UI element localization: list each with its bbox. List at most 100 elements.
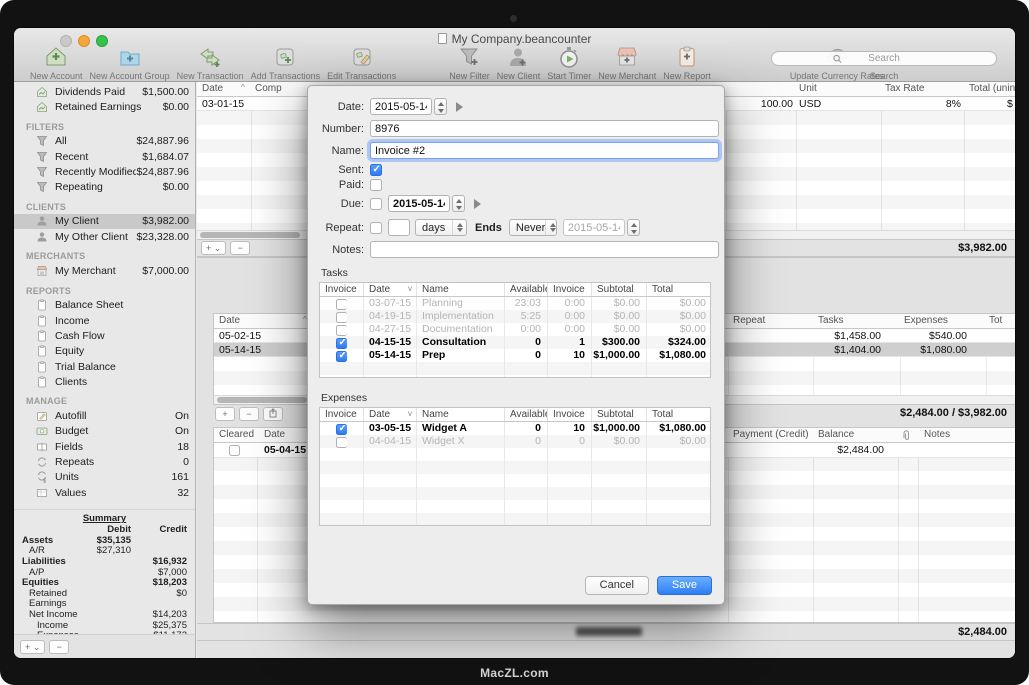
edit-transactions-button[interactable]: Edit Transactions (327, 44, 396, 81)
sidebar-item-fields[interactable]: Fields18 (14, 439, 195, 454)
number-field[interactable] (370, 120, 719, 137)
empty-row[interactable] (320, 474, 710, 487)
repeat-checkbox[interactable] (370, 222, 382, 234)
invoice-checkbox[interactable] (336, 338, 347, 349)
sidebar-item-clients-report[interactable]: Clients (14, 374, 195, 389)
remove-invoice-button[interactable]: − (239, 407, 259, 421)
add-item-button[interactable]: + ⌄ (20, 640, 45, 654)
expenses-table-header[interactable]: InvoiceDateNameAvailableInvoiceSubtotalT… (320, 408, 710, 422)
folder-plus-icon (118, 44, 142, 70)
due-date-field[interactable] (388, 195, 450, 212)
name-field[interactable] (370, 142, 719, 159)
sent-row: Sent: (308, 164, 724, 176)
task-row[interactable]: 03-07-15Planning23:030:00$0.00$0.00 (320, 297, 710, 310)
summary-title: Summary (22, 513, 187, 524)
sent-checkbox[interactable] (370, 164, 382, 176)
sidebar-item-balance-sheet[interactable]: Balance Sheet (14, 298, 195, 313)
export-invoice-button[interactable] (263, 407, 283, 421)
new-merchant-button[interactable]: New Merchant (598, 44, 656, 81)
new-client-button[interactable]: New Client (497, 44, 541, 81)
invoice-checkbox[interactable] (336, 351, 347, 362)
empty-row[interactable] (320, 362, 710, 375)
empty-row[interactable] (320, 375, 710, 378)
sidebar-item-dividends-paid[interactable]: Dividends Paid$1,500.00 (14, 84, 195, 99)
scrollbar-thumb[interactable] (200, 232, 300, 238)
expense-row[interactable]: 03-05-15Widget A010$1,000.00$1,080.00 (320, 422, 710, 435)
sidebar-item-cash-flow[interactable]: Cash Flow (14, 328, 195, 343)
task-row[interactable]: 05-14-15Prep010$1,000.00$1,080.00 (320, 349, 710, 362)
disclosure-triangle-icon[interactable] (456, 102, 463, 112)
repeat-unit-popup[interactable]: days (415, 219, 467, 236)
report-icon (36, 361, 50, 373)
expense-row[interactable]: 04-04-15Widget X00$0.00$0.00 (320, 435, 710, 448)
due-checkbox[interactable] (370, 198, 382, 210)
notes-field[interactable] (370, 241, 719, 258)
ends-date-field[interactable] (563, 219, 625, 236)
new-report-button[interactable]: New Report (663, 44, 711, 81)
start-timer-button[interactable]: Start Timer (547, 44, 591, 81)
empty-row[interactable] (320, 448, 710, 461)
empty-row[interactable] (320, 461, 710, 474)
search-input[interactable] (771, 51, 997, 66)
scrollbar-thumb[interactable] (217, 397, 307, 403)
empty-row[interactable] (320, 513, 710, 526)
task-row[interactable]: 04-27-15Documentation0:000:00$0.00$0.00 (320, 323, 710, 336)
toolbar: New Account New Account Group New Transa… (30, 44, 891, 81)
sidebar-item-repeating[interactable]: Repeating$0.00 (14, 179, 195, 194)
add-row-button[interactable]: + ⌄ (201, 241, 226, 255)
invoice-checkbox[interactable] (336, 424, 347, 435)
sidebar-item-budget[interactable]: BudgetOn (14, 424, 195, 439)
task-row[interactable]: 04-15-15Consultation01$300.00$324.00 (320, 336, 710, 349)
pencil-box-icon (36, 410, 50, 422)
device-bezel: My Company.beancounter New Account New A… (0, 0, 1029, 685)
date-field[interactable] (370, 98, 432, 115)
sidebar-item-my-other-client[interactable]: My Other Client$23,328.00 (14, 229, 195, 244)
disclosure-triangle-icon[interactable] (474, 199, 481, 209)
person-icon (36, 231, 50, 243)
report-icon (36, 330, 50, 342)
sidebar-item-autofill[interactable]: AutofillOn (14, 408, 195, 423)
new-account-button[interactable]: New Account (30, 44, 83, 81)
camera-dot (510, 15, 517, 22)
remove-item-button[interactable]: − (49, 640, 69, 654)
save-button[interactable]: Save (657, 576, 712, 595)
sidebar-item-recent[interactable]: Recent$1,684.07 (14, 149, 195, 164)
empty-row[interactable] (320, 500, 710, 513)
invoice-checkbox[interactable] (336, 299, 347, 310)
new-transaction-button[interactable]: New Transaction (177, 44, 244, 81)
invoice-checkbox[interactable] (336, 325, 347, 336)
sidebar-item-all[interactable]: All$24,887.96 (14, 134, 195, 149)
invoice-checkbox[interactable] (336, 437, 347, 448)
sidebar-item-repeats[interactable]: Repeats0 (14, 454, 195, 469)
date-stepper[interactable] (434, 98, 447, 115)
sidebar-item-retained-earnings[interactable]: Retained Earnings$0.00 (14, 99, 195, 114)
tasks-table-header[interactable]: InvoiceDateNameAvailableInvoiceSubtotalT… (320, 283, 710, 297)
new-account-group-button[interactable]: New Account Group (90, 44, 170, 81)
add-invoice-button[interactable]: + (215, 407, 235, 421)
new-filter-button[interactable]: New Filter (449, 44, 490, 81)
tasks-table: InvoiceDateNameAvailableInvoiceSubtotalT… (319, 282, 711, 378)
add-transactions-button[interactable]: Add Transactions (251, 44, 321, 81)
task-row[interactable]: 04-19-15Implementation5:250:00$0.00$0.00 (320, 310, 710, 323)
sidebar-item-equity[interactable]: Equity (14, 344, 195, 359)
sidebar-item-income[interactable]: Income (14, 313, 195, 328)
ends-date-stepper[interactable] (627, 219, 640, 236)
payments-total: $2,484.00 (958, 626, 1007, 638)
paid-checkbox[interactable] (370, 179, 382, 191)
sidebar-item-units[interactable]: $ Units161 (14, 470, 195, 485)
repeat-count-field[interactable] (388, 219, 410, 236)
ends-popup[interactable]: Never (509, 219, 557, 236)
sidebar-section-manage: MANAGE (14, 394, 195, 408)
remove-row-button[interactable]: − (230, 241, 250, 255)
sidebar-item-trial-balance[interactable]: Trial Balance (14, 359, 195, 374)
funnel-plus-icon (457, 44, 481, 70)
sidebar-item-recently-modified[interactable]: Recently Modified$24,887.96 (14, 164, 195, 179)
due-date-stepper[interactable] (452, 195, 465, 212)
sidebar-item-my-merchant[interactable]: My Merchant$7,000.00 (14, 263, 195, 278)
funnel-icon (36, 166, 50, 178)
invoice-checkbox[interactable] (336, 312, 347, 323)
sidebar-item-values[interactable]: Values32 (14, 485, 195, 500)
sidebar-item-my-client[interactable]: My Client$3,982.00 (14, 214, 195, 229)
cancel-button[interactable]: Cancel (585, 576, 649, 595)
empty-row[interactable] (320, 487, 710, 500)
